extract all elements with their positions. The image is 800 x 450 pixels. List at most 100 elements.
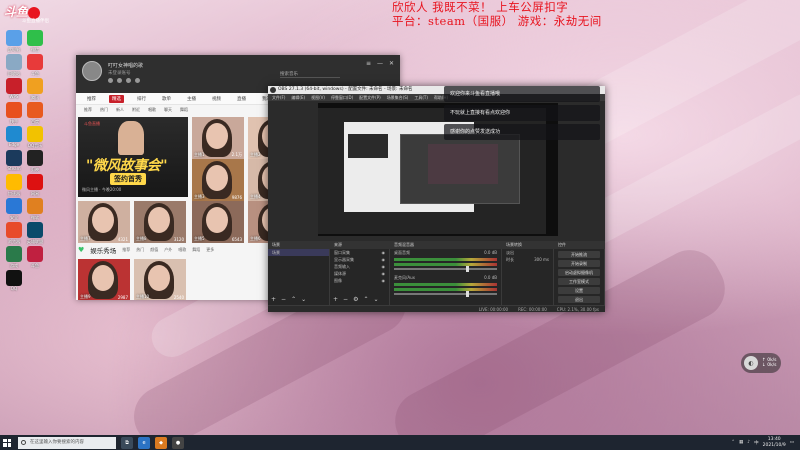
message-icon[interactable] (108, 78, 113, 83)
volume-fader[interactable] (394, 291, 497, 297)
favorite-icon[interactable] (126, 78, 131, 83)
stream-thumbnail[interactable]: 主播10 2540 (134, 259, 186, 300)
gear-icon[interactable]: ⚙ (353, 296, 358, 303)
desktop-shortcut[interactable]: QQ音乐 (24, 126, 46, 149)
control-button[interactable]: 退出 (558, 296, 600, 303)
transition-duration[interactable]: 时长 300 ms (502, 256, 553, 263)
section-sub-item[interactable]: 颜值 (150, 247, 158, 253)
settings-icon[interactable] (135, 78, 140, 83)
stream-thumbnail[interactable]: 主播7 4321 (78, 201, 130, 243)
desktop-shortcut[interactable]: 加速器 (3, 174, 25, 197)
control-button[interactable]: 设置 (558, 287, 600, 294)
source-item[interactable]: 显示器采集 ◉ (330, 256, 389, 263)
remove-icon[interactable]: − (281, 296, 286, 303)
subnav-item[interactable]: 舞蹈 (180, 107, 188, 113)
volume-icon[interactable]: ♪ (747, 440, 750, 445)
minimize-icon[interactable]: — (377, 60, 383, 67)
add-icon[interactable]: + (271, 296, 276, 303)
up-icon[interactable]: ⌃ (363, 296, 368, 303)
source-item[interactable]: 图像 ◉ (330, 277, 389, 284)
task-view-icon[interactable]: ⧉ (121, 436, 133, 449)
eye-icon[interactable]: ◉ (382, 270, 386, 277)
tab-item[interactable]: 推荐 (84, 95, 99, 103)
obs-menu-item[interactable]: 编辑(E) (291, 94, 305, 101)
obs-preview[interactable] (318, 103, 558, 236)
desktop-shortcut[interactable]: 斗鱼 (24, 54, 46, 77)
avatar[interactable] (82, 61, 102, 81)
tab-item[interactable]: 直播 (234, 95, 249, 103)
edge-taskbar-icon[interactable]: e (138, 436, 150, 449)
clock[interactable]: 13:40 2021/10/9 (763, 437, 786, 448)
close-icon[interactable]: ✕ (389, 60, 394, 67)
obs-menu-item[interactable]: 配置文件(P) (359, 94, 381, 101)
desktop-shortcut[interactable]: 快手 (3, 102, 25, 125)
stream-thumbnail[interactable]: 主播5 6543 (192, 201, 244, 243)
subnav-item[interactable]: 附近 (132, 107, 140, 113)
desktop-shortcut[interactable]: Edge (3, 126, 25, 148)
desktop-shortcut[interactable]: 微信 (24, 30, 46, 53)
section-sub-item[interactable]: 唱歌 (178, 247, 186, 253)
subnav-item[interactable]: 唱歌 (148, 107, 156, 113)
notification-icon[interactable]: ▭ (790, 440, 794, 445)
remove-icon[interactable]: − (343, 296, 348, 303)
volume-fader[interactable] (394, 266, 497, 272)
desktop-shortcut[interactable]: WPS (3, 78, 25, 100)
desktop-shortcut[interactable]: 此电脑 (3, 30, 25, 53)
desktop-shortcut[interactable]: 回收站 (3, 54, 25, 77)
search-input[interactable]: 搜索音乐 (280, 71, 340, 78)
subnav-item[interactable]: 热门 (100, 107, 108, 113)
obs-menu-item[interactable]: 视图(V) (311, 94, 325, 101)
transitions-dock[interactable]: 淡出 时长 300 ms (502, 249, 554, 312)
desktop-shortcut[interactable]: 英雄联盟 (24, 222, 46, 245)
section-sub-item[interactable]: 推荐 (122, 247, 130, 253)
section-sub-item[interactable]: 更多 (206, 247, 214, 253)
desktop-shortcut[interactable]: 剪映 (24, 150, 46, 173)
eye-icon[interactable]: ◉ (382, 277, 386, 284)
obs-menu-item[interactable]: 工具(T) (414, 94, 428, 101)
control-button[interactable]: 工作室模式 (558, 278, 600, 285)
desktop-shortcut[interactable]: 微软 (24, 198, 46, 221)
desktop-shortcut[interactable]: QQ (3, 270, 25, 292)
scene-item[interactable]: 场景 (268, 249, 329, 256)
down-icon[interactable]: ⌄ (373, 296, 378, 303)
stream-thumbnail[interactable]: 主播3 9876 (192, 159, 244, 201)
eye-icon[interactable]: ◉ (382, 256, 386, 263)
chevron-up-icon[interactable]: ⌃ (731, 440, 735, 445)
sources-dock[interactable]: 窗口采集 ◉ 显示器采集 ◉ 音频输入 ◉ 媒体源 ◉ 图像 ◉ + − ⚙ ⌃ ⌄ (330, 249, 390, 312)
control-button[interactable]: 开始推流 (558, 251, 600, 258)
menu-icon[interactable]: ≡ (366, 60, 371, 67)
section-sub-item[interactable]: 热门 (136, 247, 144, 253)
down-icon[interactable]: ⌄ (301, 296, 306, 303)
app-taskbar-icon[interactable]: ◆ (155, 436, 167, 449)
obs-menu-item[interactable]: 场景集合(S) (387, 94, 409, 101)
obs-menu-item[interactable]: 文件(F) (272, 94, 285, 101)
desktop-shortcut[interactable]: 腾讯 (24, 78, 46, 101)
source-item[interactable]: 窗口采集 ◉ (330, 249, 389, 256)
transition-type[interactable]: 淡出 (502, 249, 553, 256)
tab-item[interactable]: 排行 (134, 95, 149, 103)
ime-icon[interactable]: 中 (754, 440, 759, 446)
section-sub-item[interactable]: 户外 (164, 247, 172, 253)
tab-item[interactable]: 歌单 (159, 95, 174, 103)
network-icon[interactable]: ▦ (739, 440, 743, 445)
tab-item[interactable]: 视频 (209, 95, 224, 103)
desktop-shortcut[interactable]: 浏览器 (3, 222, 25, 245)
obs-menu-item[interactable]: 停靠窗口(D) (331, 94, 353, 101)
control-button[interactable]: 启动虚拟摄像机 (558, 269, 600, 276)
add-icon[interactable]: + (333, 296, 338, 303)
eye-icon[interactable]: ◉ (382, 249, 386, 256)
up-icon[interactable]: ⌃ (291, 296, 296, 303)
start-button[interactable] (0, 435, 14, 450)
desktop-shortcut[interactable]: Steam (3, 150, 25, 172)
stream-thumbnail[interactable]: 主播8 3120 (134, 201, 186, 243)
control-button[interactable]: 开始录制 (558, 260, 600, 267)
source-item[interactable]: 音频输入 ◉ (330, 263, 389, 270)
desktop-shortcut[interactable]: 安全 (3, 198, 25, 221)
history-icon[interactable] (117, 78, 122, 83)
taskbar-search[interactable]: 在这里输入你要搜索的内容 (18, 436, 116, 449)
featured-banner[interactable]: 斗鱼直播 "微风故事会" 签约首秀 微风主播 · 今晚20:00 (78, 117, 188, 197)
subnav-item[interactable]: 推荐 (84, 107, 92, 113)
section-sub-item[interactable]: 舞蹈 (192, 247, 200, 253)
desktop-shortcut[interactable]: 斗鱼 (24, 246, 46, 269)
obs-taskbar-icon[interactable]: ● (172, 436, 184, 449)
